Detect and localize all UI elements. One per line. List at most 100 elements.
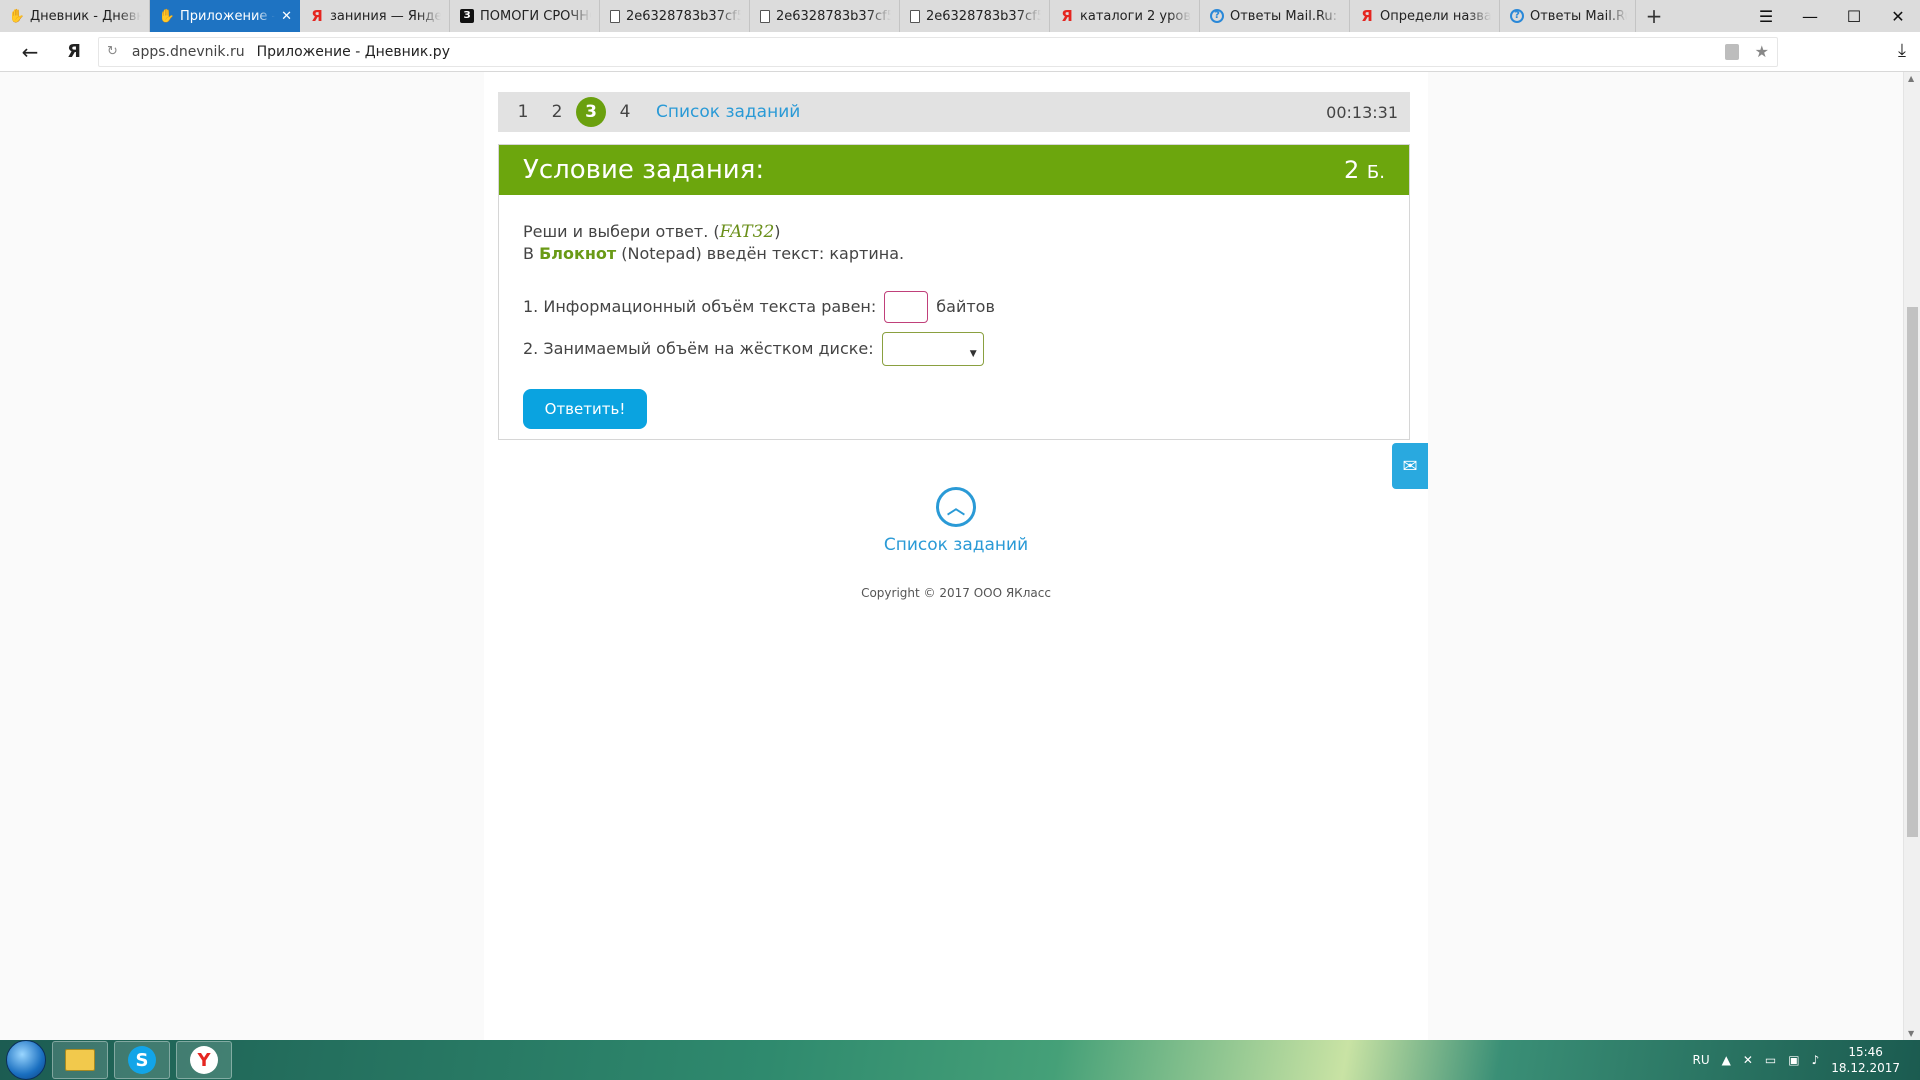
tab-title: ПОМОГИ СРОЧНО <box>480 8 591 24</box>
antivirus-icon[interactable]: ✕ <box>1743 1053 1753 1067</box>
address-bar: ← Я ↻ apps.dnevnik.ru Приложение - Дневн… <box>0 32 1920 72</box>
question-2-select[interactable]: ▼ <box>881 332 984 366</box>
document-icon <box>610 9 620 23</box>
task-number[interactable]: 4 <box>608 102 642 122</box>
volume-icon[interactable]: ♪ <box>1812 1053 1820 1067</box>
tab-title: Ответы Mail.Ru: Что <box>1230 8 1341 24</box>
content-column: 1234 Список заданий 00:13:31 Условие зад… <box>484 72 1428 1040</box>
tab-active[interactable]: ✋Приложение - Дневник.ру ✕ <box>150 0 300 32</box>
page-viewport: 1234 Список заданий 00:13:31 Условие зад… <box>0 72 1903 1040</box>
points-value: 2 <box>1344 156 1360 184</box>
folder-sync-icon[interactable]: ▭ <box>1765 1053 1776 1067</box>
tab-title: заниния — Яндекс <box>330 8 441 24</box>
condition-prefix: В <box>523 244 540 263</box>
instruction-line: Реши и выбери ответ. (FAT32) <box>523 221 1385 243</box>
question-1-unit: байтов <box>936 297 995 316</box>
back-button[interactable]: ← <box>0 40 60 64</box>
task-list-link[interactable]: Список заданий <box>656 102 800 122</box>
fat32-term: FAT32 <box>719 222 775 242</box>
yandex-logo-icon[interactable]: Я <box>60 41 88 62</box>
tab[interactable]: 2e6328783b37cf58f <box>600 0 750 32</box>
network-icon[interactable]: ▣ <box>1788 1053 1799 1067</box>
page-scrollbar[interactable]: ▲ ▼ <box>1903 72 1920 1040</box>
taskbar-skype[interactable]: S <box>114 1041 170 1079</box>
close-window-button[interactable]: ✕ <box>1876 7 1920 26</box>
tab-title: 2e6328783b37cf58f <box>926 8 1041 24</box>
bookmark-star-icon[interactable]: ★ <box>1755 42 1769 61</box>
task-header: Условие задания: 2 Б. <box>499 145 1409 195</box>
tab[interactable]: ✋Дневник - Дневник <box>0 0 150 32</box>
dropdown-arrow-icon: ▼ <box>969 349 977 359</box>
tab[interactable]: Я Определи название <box>1350 0 1500 32</box>
scroll-down-icon[interactable]: ▼ <box>1908 1029 1914 1038</box>
task-number[interactable]: 2 <box>540 102 574 122</box>
feedback-mail-icon[interactable]: ✉ <box>1392 443 1428 489</box>
scroll-up-icon[interactable]: ▲ <box>1908 74 1914 83</box>
task-number-list: 1234 <box>506 97 642 127</box>
back-to-list-label[interactable]: Список заданий <box>484 535 1428 555</box>
question-1-row: 1. Информационный объём текста равен: ба… <box>523 291 1385 323</box>
task-points: 2 Б. <box>1344 156 1385 184</box>
windows-taskbar: S Y RU ▲ ✕ ▭ ▣ ♪ 15:46 18.12.2017 <box>0 1040 1920 1080</box>
tab[interactable]: 2e6328783b37cf58f <box>750 0 900 32</box>
window-controls: ☰ — ☐ ✕ <box>1744 0 1920 32</box>
tab-title: Ответы Mail.Ru: на <box>1530 8 1627 24</box>
task-number[interactable]: 1 <box>506 102 540 122</box>
yandex-icon: Я <box>1061 6 1073 25</box>
tab[interactable]: ? Ответы Mail.Ru: Что <box>1200 0 1350 32</box>
tray-date: 18.12.2017 <box>1831 1061 1900 1075</box>
start-button-icon[interactable] <box>6 1040 46 1080</box>
question-2-label: 2. Занимаемый объём на жёстком диске: <box>523 339 874 358</box>
minimize-button[interactable]: — <box>1788 7 1832 26</box>
points-unit: Б. <box>1366 162 1385 183</box>
browser-tab-strip: ✋Дневник - Дневник✋Приложение - Дневник.… <box>0 0 1920 32</box>
chevron-up-icon[interactable]: ︿ <box>936 487 976 527</box>
tab-title: Определи название <box>1380 8 1491 24</box>
znanija-icon: З <box>460 9 474 23</box>
dnevnik-icon: ✋ <box>158 8 176 24</box>
url-field[interactable]: ↻ apps.dnevnik.ru Приложение - Дневник.р… <box>98 36 1778 67</box>
taskbar-explorer[interactable] <box>52 1041 108 1079</box>
reload-icon[interactable]: ↻ <box>107 44 118 59</box>
maximize-button[interactable]: ☐ <box>1832 7 1876 26</box>
tab[interactable]: З ПОМОГИ СРОЧНО <box>450 0 600 32</box>
tray-expand-icon[interactable]: ▲ <box>1722 1053 1731 1067</box>
tab[interactable]: 2e6328783b37cf58f <box>900 0 1050 32</box>
task-body: Реши и выбери ответ. (FAT32) В Блокнот (… <box>499 195 1409 455</box>
language-indicator[interactable]: RU <box>1693 1053 1710 1067</box>
question-2-row: 2. Занимаемый объём на жёстком диске: ▼ <box>523 332 1385 366</box>
browser-menu-icon[interactable]: ☰ <box>1744 7 1788 26</box>
tab-title: 2e6328783b37cf58f <box>776 8 891 24</box>
lock-icon[interactable] <box>1724 43 1739 60</box>
submit-answer-button[interactable]: Ответить! <box>523 389 647 429</box>
question-1-input[interactable] <box>884 291 929 323</box>
close-tab-icon[interactable]: ✕ <box>281 9 292 24</box>
system-tray: RU ▲ ✕ ▭ ▣ ♪ 15:46 18.12.2017 <box>1693 1044 1920 1076</box>
tab[interactable]: Якаталоги 2 уровня <box>1050 0 1200 32</box>
taskbar-yandex-browser[interactable]: Y <box>176 1041 232 1079</box>
tab-title: Дневник - Дневник <box>30 8 141 24</box>
yandex-browser-icon: Y <box>190 1046 218 1074</box>
url-page-title: Приложение - Дневник.ру <box>256 43 450 60</box>
yandex-icon: Я <box>1361 6 1373 25</box>
tab[interactable]: ? Ответы Mail.Ru: на <box>1500 0 1636 32</box>
download-icon[interactable]: ⤓ <box>1898 40 1906 61</box>
instruction-text: Реши и выбери ответ. ( <box>523 222 720 241</box>
task-panel: Условие задания: 2 Б. Реши и выбери отве… <box>498 144 1410 440</box>
back-to-task-list[interactable]: ︿ Список заданий <box>484 487 1428 555</box>
tab-title: каталоги 2 уровня <box>1080 8 1191 24</box>
document-icon <box>760 9 770 23</box>
notepad-term: Блокнот <box>539 244 617 263</box>
url-domain: apps.dnevnik.ru <box>131 43 245 60</box>
tray-clock[interactable]: 15:46 18.12.2017 <box>1831 1044 1900 1076</box>
instruction-close: ) <box>774 222 781 241</box>
task-number-current[interactable]: 3 <box>576 97 606 127</box>
scroll-thumb[interactable] <box>1907 307 1918 837</box>
tabs-container: ✋Дневник - Дневник✋Приложение - Дневник.… <box>0 0 1636 32</box>
tab[interactable]: Язаниния — Яндекс <box>300 0 450 32</box>
yandex-icon: Я <box>311 6 323 25</box>
explorer-icon <box>65 1049 95 1071</box>
question-1-label: 1. Информационный объём текста равен: <box>523 297 877 316</box>
new-tab-button[interactable]: + <box>1636 0 1672 32</box>
condition-line: В Блокнот (Notepad) введён текст: картин… <box>523 243 1385 265</box>
